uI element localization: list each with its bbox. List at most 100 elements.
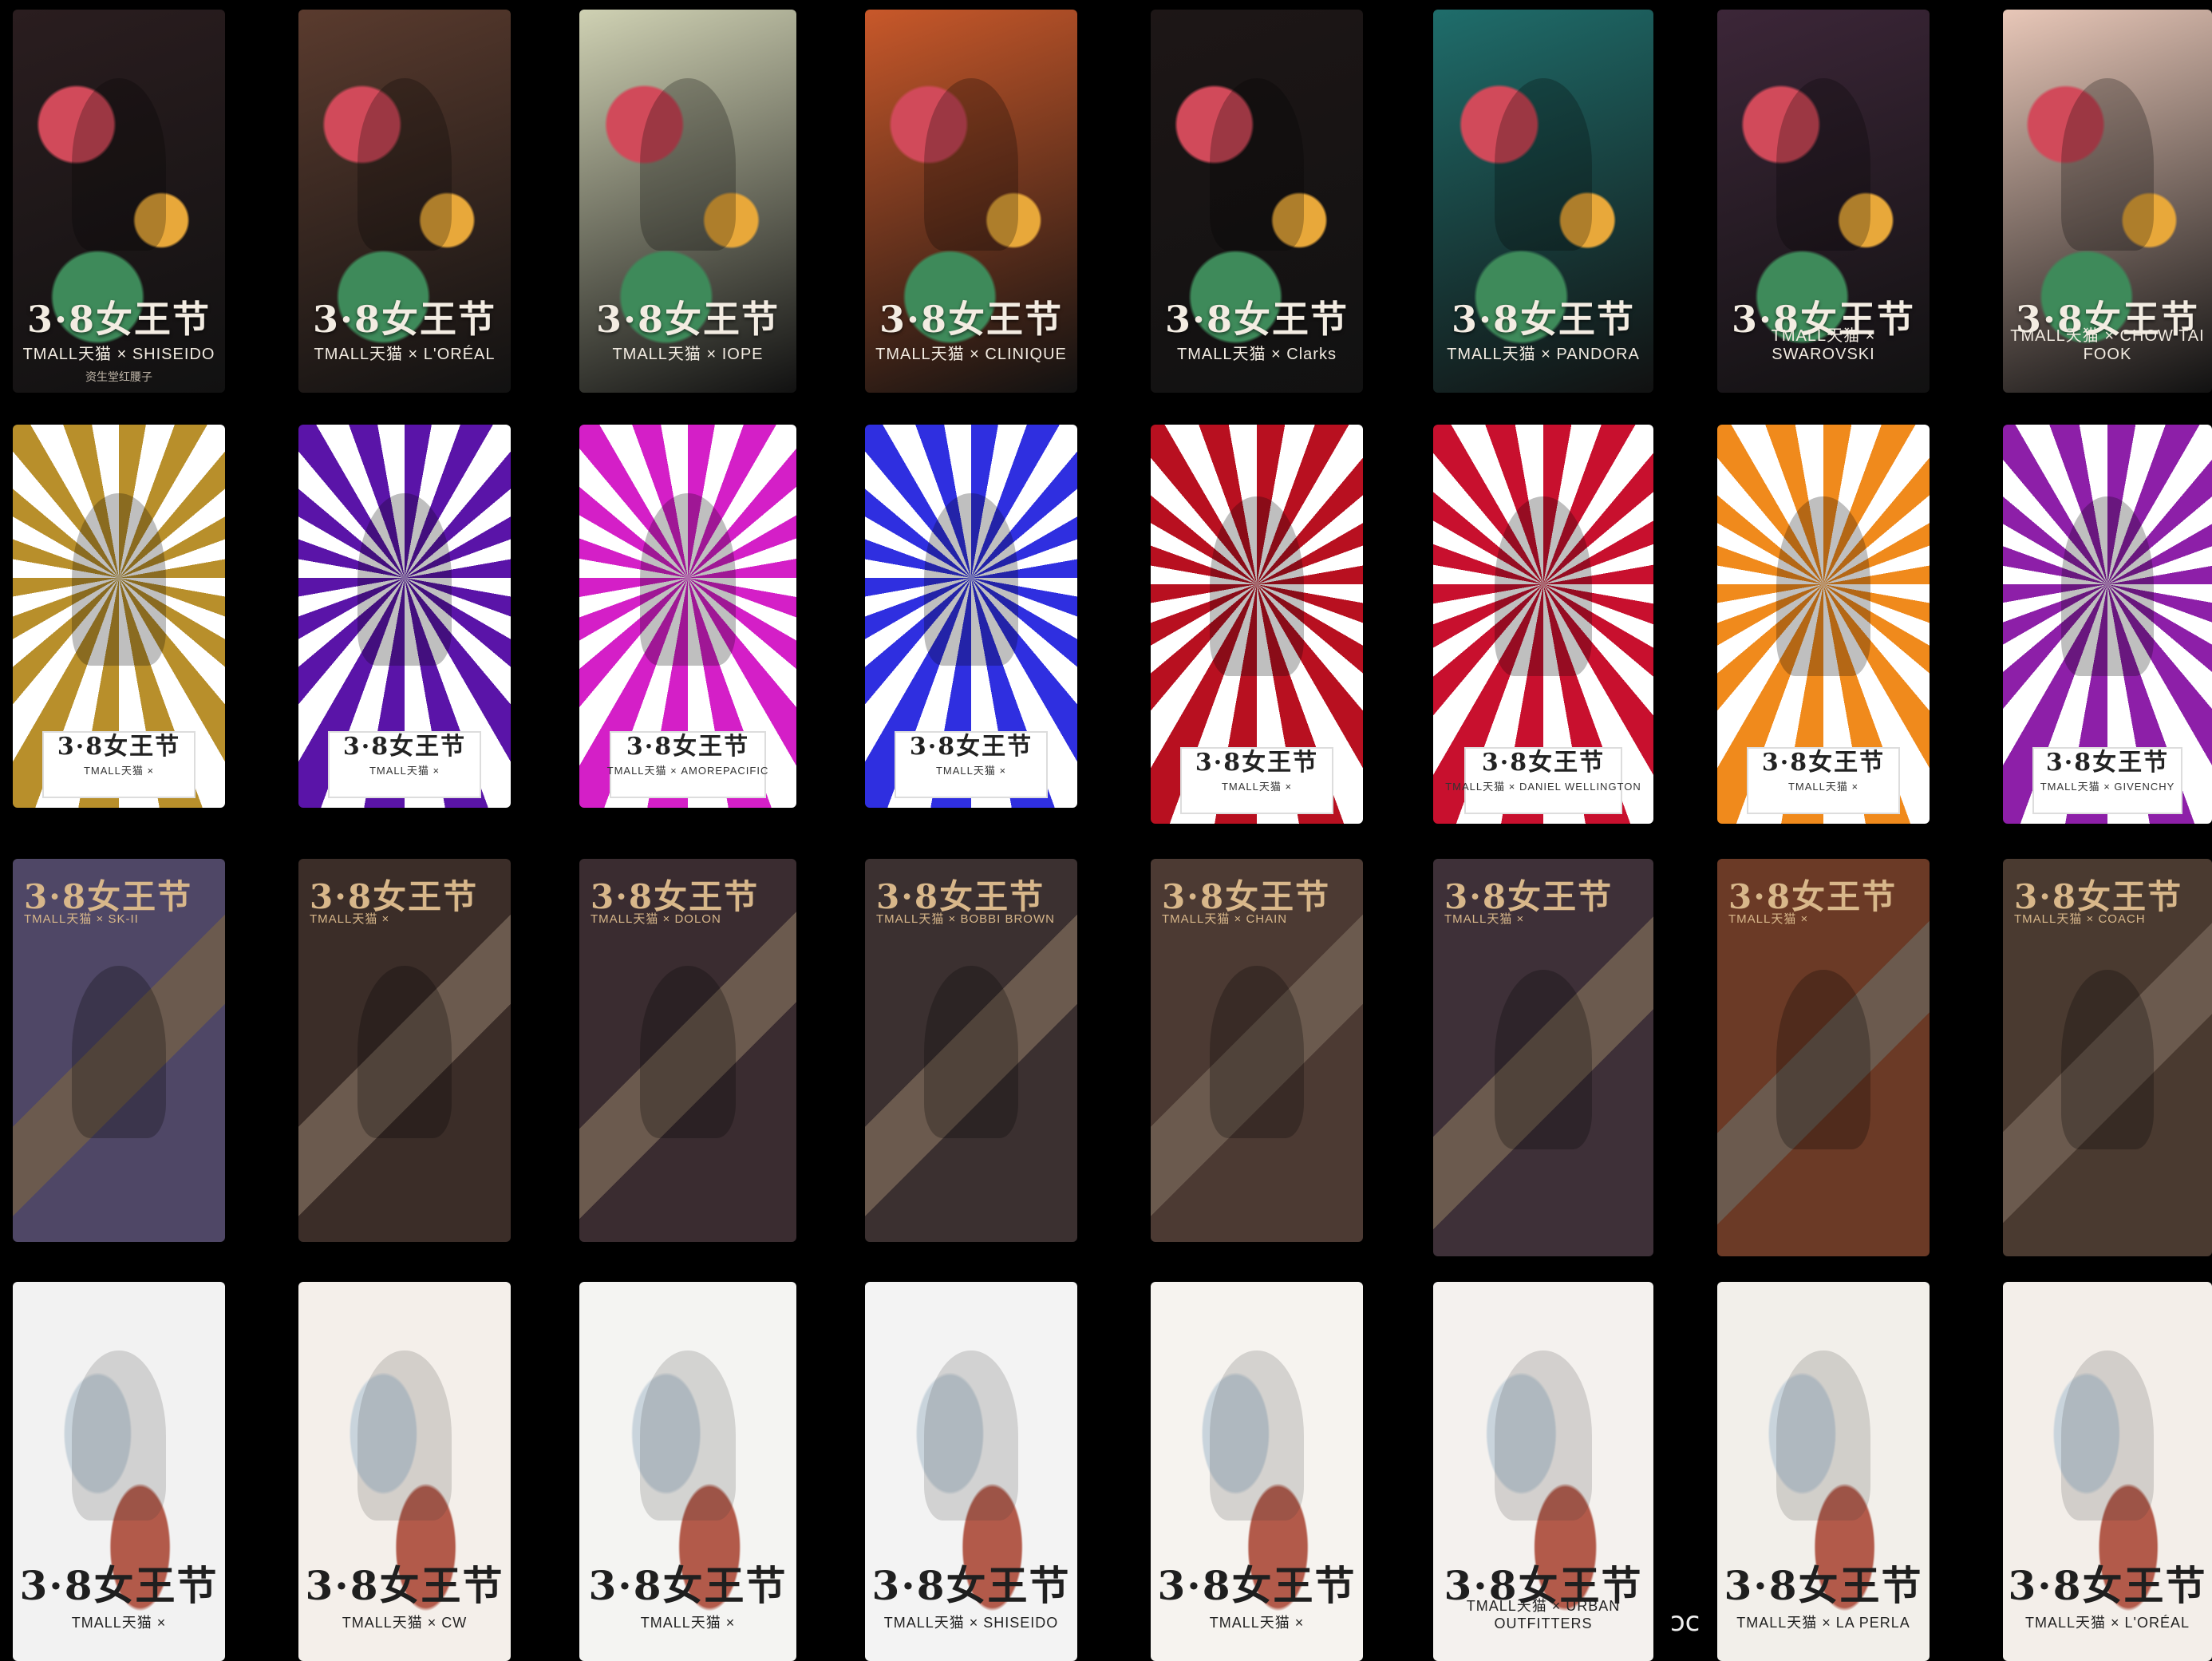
- figure-illustration: [72, 78, 166, 251]
- poster-brand-line: TMALL天猫 × CHAIN: [1162, 912, 1288, 926]
- figure-illustration: [72, 493, 166, 666]
- poster-brand-line: TMALL天猫 ×: [71, 1615, 167, 1631]
- figure-illustration: [357, 966, 452, 1139]
- poster-card: 3·8女王节 TMALL天猫 × LA PERLA: [1717, 1282, 1930, 1661]
- poster-card: 3·8女王节 TMALL天猫 ×: [579, 1282, 796, 1661]
- poster-title: 3·8女王节: [1195, 749, 1319, 777]
- figure-illustration: [72, 966, 166, 1139]
- poster-title: 3·8女王节: [19, 1562, 219, 1609]
- poster-brand-line: TMALL天猫 × SHISEIDO: [22, 346, 215, 363]
- poster-card: 3·8女王节 TMALL天猫 × IOPE: [579, 10, 796, 393]
- poster-card: 3·8女王节 TMALL天猫 ×: [298, 859, 511, 1242]
- figure-illustration: [72, 1350, 166, 1521]
- poster-card: 3·8女王节 TMALL天猫 × SHISEIDO: [865, 1282, 1077, 1661]
- figure-illustration: [1776, 970, 1870, 1149]
- poster-brand-line: TMALL天猫 × DOLON: [591, 912, 721, 926]
- poster-title: 3·8女王节: [1481, 749, 1606, 777]
- figure-illustration: [2061, 496, 2154, 676]
- poster-card: 3·8女王节 TMALL天猫 × SK-II: [13, 859, 225, 1242]
- poster-title: 3·8女王节: [1724, 1562, 1923, 1609]
- poster-brand-line: TMALL天猫 ×: [935, 765, 1007, 777]
- poster-brand-line: TMALL天猫 × DANIEL WELLINGTON: [1445, 781, 1641, 793]
- poster-card: 3·8女王节 TMALL天猫 × DOLON: [579, 859, 796, 1242]
- poster-card: 3·8女王节 TMALL天猫 × L'ORÉAL: [2003, 1282, 2212, 1661]
- poster-card: 3·8女王节 TMALL天猫 × CW: [298, 1282, 511, 1661]
- poster-card: 3·8女王节 TMALL天猫 × BOBBI BROWN: [865, 859, 1077, 1242]
- poster-card: 3·8女王节 TMALL天猫 × GIVENCHY: [2003, 425, 2212, 824]
- poster-title: 3·8女王节: [879, 298, 1064, 341]
- poster-brand-line: TMALL天猫 × IOPE: [612, 346, 764, 363]
- poster-brand-line: TMALL天猫 × CHOW TAI FOOK: [2010, 327, 2205, 363]
- figure-illustration: [1210, 966, 1304, 1139]
- poster-brand-line: TMALL天猫 ×: [1787, 781, 1859, 793]
- poster-title: 3·8女王节: [909, 733, 1033, 761]
- poster-brand-line: TMALL天猫 × LA PERLA: [1736, 1615, 1910, 1631]
- poster-brand-line: TMALL天猫 × PANDORA: [1447, 346, 1640, 363]
- poster-brand-line: TMALL天猫 × SHISEIDO: [883, 1615, 1059, 1631]
- poster-title: 3·8女王节: [2008, 1562, 2207, 1609]
- poster-card: 3·8女王节 TMALL天猫 ×: [13, 425, 225, 808]
- poster-card: 3·8女王节 TMALL天猫 × SHISEIDO 资生堂红腰子: [13, 10, 225, 393]
- figure-illustration: [1495, 1350, 1592, 1521]
- figure-illustration: [640, 78, 736, 251]
- poster-brand-line: TMALL天猫 × L'ORÉAL: [314, 346, 496, 363]
- poster-title: 3·8女王节: [342, 733, 467, 761]
- figure-illustration: [1495, 78, 1592, 251]
- poster-card: 3·8女王节 TMALL天猫 × AMOREPACIFIC: [579, 425, 796, 808]
- figure-illustration: [357, 493, 452, 666]
- poster-title: 3·8女王节: [312, 298, 497, 341]
- poster-brand-line: TMALL天猫 × Clarks: [1177, 346, 1337, 363]
- poster-brand-line: TMALL天猫 × CW: [342, 1615, 468, 1631]
- poster-brand-line: TMALL天猫 ×: [1209, 1615, 1305, 1631]
- poster-title: 3·8女王节: [2045, 749, 2170, 777]
- poster-title: 3·8女王节: [1761, 749, 1886, 777]
- poster-card: 3·8女王节 TMALL天猫 × DANIEL WELLINGTON: [1433, 425, 1653, 824]
- figure-illustration: [1210, 1350, 1304, 1521]
- poster-brand-line: TMALL天猫 × GIVENCHY: [2040, 781, 2175, 793]
- poster-card: 3·8女王节 TMALL天猫 × L'ORÉAL: [298, 10, 511, 393]
- poster-title: 3·8女王节: [626, 733, 750, 761]
- poster-brand-line: TMALL天猫 ×: [83, 765, 155, 777]
- figure-illustration: [924, 493, 1018, 666]
- poster-card: 3·8女王节 TMALL天猫 × CHOW TAI FOOK: [2003, 10, 2212, 393]
- poster-title: 3·8女王节: [305, 1562, 504, 1609]
- poster-card: 3·8女王节 TMALL天猫 × Clarks: [1151, 10, 1363, 393]
- figure-illustration: [2061, 78, 2154, 251]
- poster-title: 3·8女王节: [595, 298, 780, 341]
- figure-illustration: [924, 1350, 1018, 1521]
- poster-brand-line: TMALL天猫 ×: [1444, 912, 1525, 926]
- poster-brand-line: TMALL天猫 × COACH: [2014, 912, 2146, 926]
- poster-card: 3·8女王节 TMALL天猫 × CLINIQUE: [865, 10, 1077, 393]
- figure-illustration: [2061, 970, 2154, 1149]
- figure-illustration: [357, 78, 452, 251]
- poster-card: 3·8女王节 TMALL天猫 ×: [865, 425, 1077, 808]
- poster-brand-line: TMALL天猫 ×: [1728, 912, 1809, 926]
- poster-brand-line: TMALL天猫 ×: [640, 1615, 736, 1631]
- poster-brand-line: TMALL天猫 × SWAROVSKI: [1771, 327, 1876, 363]
- poster-card: 3·8女王节 TMALL天猫 ×: [1433, 859, 1653, 1256]
- poster-caption: 资生堂红腰子: [85, 370, 152, 383]
- poster-brand-line: TMALL天猫 × BOBBI BROWN: [876, 912, 1055, 926]
- figure-illustration: [1495, 496, 1592, 676]
- poster-card: 3·8女王节 TMALL天猫 × URBAN OUTFITTERS: [1433, 1282, 1653, 1661]
- poster-card: 3·8女王节 TMALL天猫 ×: [1151, 1282, 1363, 1661]
- poster-card: 3·8女王节 TMALL天猫 ×: [1717, 859, 1930, 1256]
- figure-illustration: [1210, 496, 1304, 676]
- poster-brand-line: TMALL天猫 ×: [1221, 781, 1293, 793]
- poster-title: 3·8女王节: [588, 1562, 788, 1609]
- poster-card: 3·8女王节 TMALL天猫 ×: [13, 1282, 225, 1661]
- poster-brand-line: TMALL天猫 × L'ORÉAL: [2025, 1615, 2190, 1631]
- poster-brand-line: TMALL天猫 × AMOREPACIFIC: [606, 765, 769, 777]
- poster-card: 3·8女王节 TMALL天猫 ×: [1717, 425, 1930, 824]
- figure-illustration: [1776, 78, 1870, 251]
- figure-illustration: [924, 966, 1018, 1139]
- poster-title: 3·8女王节: [26, 298, 211, 341]
- poster-title: 3·8女王节: [1164, 298, 1349, 341]
- figure-illustration: [640, 493, 736, 666]
- poster-brand-line: TMALL天猫 ×: [310, 912, 390, 926]
- poster-card: 3·8女王节 TMALL天猫 × PANDORA: [1433, 10, 1653, 393]
- poster-card: 3·8女王节 TMALL天猫 × CHAIN: [1151, 859, 1363, 1242]
- poster-card: 3·8女王节 TMALL天猫 × COACH: [2003, 859, 2212, 1256]
- poster-brand-line: TMALL天猫 × CLINIQUE: [875, 346, 1067, 363]
- figure-illustration: [1776, 496, 1870, 676]
